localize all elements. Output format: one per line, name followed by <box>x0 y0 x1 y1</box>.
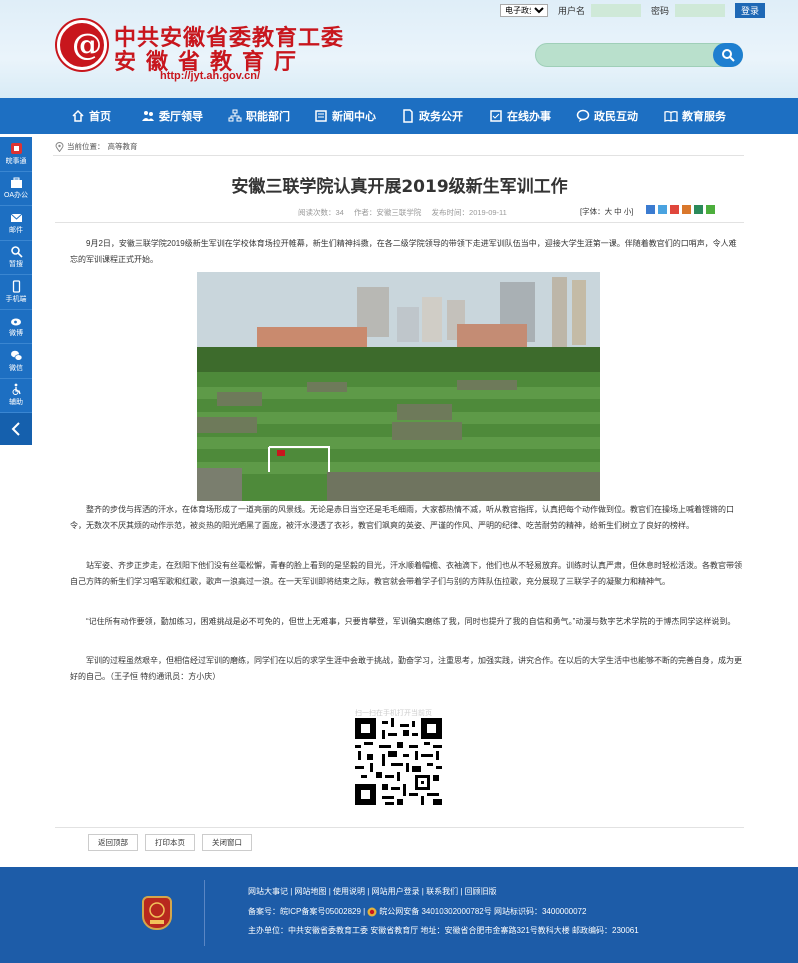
back-to-top-button[interactable]: 返回顶部 <box>88 834 138 851</box>
breadcrumb: 当前位置： 高等教育 <box>55 141 138 152</box>
share-bar <box>646 205 715 214</box>
divider <box>55 827 744 828</box>
system-select[interactable]: 电子政务 <box>500 4 548 17</box>
side-weibo[interactable]: 微博 <box>0 310 32 344</box>
icp-record[interactable]: 备案号：皖ICP备案号05002829 | <box>248 906 365 917</box>
share-qzone-icon[interactable] <box>646 205 655 214</box>
document-icon <box>403 109 413 123</box>
side-wechat[interactable]: 微信 <box>0 344 32 379</box>
password-input[interactable] <box>675 4 726 17</box>
nav-home[interactable]: 首页 <box>53 98 129 134</box>
share-wechat-icon[interactable] <box>706 205 715 214</box>
app-icon <box>10 142 22 154</box>
share-tencent-icon[interactable] <box>658 205 667 214</box>
book-icon <box>664 110 678 122</box>
police-badge-icon <box>367 907 377 916</box>
side-oa[interactable]: OA办公 <box>0 172 32 206</box>
phone-icon <box>12 280 20 293</box>
article-author: 作者：安徽三联学院 <box>353 208 422 217</box>
nav-gov-affairs[interactable]: 政务公开 <box>387 98 477 134</box>
chevron-left-icon <box>11 422 20 436</box>
breadcrumb-current[interactable]: 高等教育 <box>108 141 138 152</box>
article-photo <box>197 272 600 501</box>
site-url[interactable]: http://jyt.ah.gov.cn/ <box>160 70 260 82</box>
footer-links[interactable]: 网站大事记 | 网站地图 | 使用说明 | 网站用户登录 | 联系我们 | 回顾… <box>248 886 497 897</box>
search-input[interactable] <box>535 43 743 67</box>
police-record[interactable]: 皖公网安备 34010302000782号 网站标识码：3400000072 <box>379 906 586 917</box>
briefcase-icon <box>10 177 22 189</box>
view-count: 阅读次数：34 <box>298 208 344 217</box>
article-paragraph: 整齐的步伐与挥洒的汗水，在体育场形成了一道亮丽的风景线。无论是赤日当空还是毛毛细… <box>70 505 734 530</box>
username-input[interactable] <box>591 4 642 17</box>
page-tools: 返回顶部 打印本页 关闭窗口 <box>88 834 252 851</box>
nav-interaction[interactable]: 政民互动 <box>563 98 651 134</box>
form-icon <box>490 110 502 122</box>
side-wanshitong[interactable]: 皖事通 <box>0 137 32 172</box>
share-weibo-icon[interactable] <box>670 205 679 214</box>
search-icon <box>722 49 735 62</box>
publish-date: 发布时间：2019-09-11 <box>431 208 507 217</box>
site-logo[interactable]: @ <box>57 20 107 70</box>
mail-icon <box>10 213 22 222</box>
divider <box>53 155 744 156</box>
login-button[interactable]: 登录 <box>735 3 766 18</box>
chat-icon <box>576 109 590 122</box>
share-renren-icon[interactable] <box>682 205 691 214</box>
nav-news[interactable]: 新闻中心 <box>303 98 387 134</box>
divider <box>55 222 744 223</box>
search-icon <box>10 246 23 258</box>
qr-caption: 扫一扫在手机打开当前页 <box>355 710 432 717</box>
side-accessibility[interactable]: 辅助 <box>0 379 32 413</box>
share-douban-icon[interactable] <box>694 205 703 214</box>
font-size-switch[interactable]: [字体：大 中 小] <box>580 206 633 217</box>
username-label: 用户名 <box>558 6 586 16</box>
article-paragraph: 军训的过程虽然艰辛，但相信经过军训的磨练，同学们在以后的求学生涯中会敢于挑战，勤… <box>70 656 742 681</box>
accessibility-icon <box>12 383 21 396</box>
nav-departments[interactable]: 职能部门 <box>215 98 303 134</box>
people-icon <box>142 111 154 121</box>
news-icon <box>315 110 327 122</box>
party-gov-badge[interactable] <box>142 896 172 930</box>
nav-leaders[interactable]: 委厅领导 <box>129 98 215 134</box>
side-collapse-button[interactable] <box>0 413 32 445</box>
weibo-icon <box>10 318 21 326</box>
footer-host: 主办单位：中共安徽省委教育工委 安徽省教育厅 地址：安徽省合肥市金寨路321号教… <box>248 926 639 935</box>
article-paragraph: “记住所有动作要领，勤加练习，困难挑战是必不可免的，但世上无难事，只要肯攀登，军… <box>86 617 736 626</box>
side-mail[interactable]: 邮件 <box>0 206 32 241</box>
main-nav: 首页 委厅领导 职能部门 新闻中心 政务公开 在线办事 政民互动 教育服务 <box>0 98 798 134</box>
footer-icp: 备案号：皖ICP备案号05002829 | 皖公网安备 340103020007… <box>248 906 586 917</box>
article-meta: 阅读次数：34 作者：安徽三联学院 发布时间：2019-09-11 <box>298 207 515 218</box>
org-chart-icon <box>228 109 242 122</box>
login-bar: 电子政务 用户名 密码 登录 <box>500 3 766 18</box>
search-button[interactable] <box>713 43 743 67</box>
nav-online-service[interactable]: 在线办事 <box>477 98 563 134</box>
breadcrumb-label: 当前位置： <box>67 142 105 151</box>
location-pin-icon <box>55 141 64 152</box>
article-paragraph: 9月2日，安徽三联学院2019级新生军训在学校体育场拉开帷幕，新生们精神抖擞，在… <box>70 239 737 264</box>
article-paragraph: 站军姿、齐步正步走，在烈阳下他们没有丝毫松懈，青春的脸上看到的是坚毅的目光，汗水… <box>70 561 742 586</box>
home-icon <box>72 109 84 122</box>
password-label: 密码 <box>651 6 670 16</box>
side-mobile[interactable]: 手机端 <box>0 275 32 310</box>
close-window-button[interactable]: 关闭窗口 <box>202 834 252 851</box>
wechat-icon <box>10 350 22 361</box>
side-toolbar: 皖事通 OA办公 邮件 暂搜 手机端 微博 微信 辅助 <box>0 137 32 445</box>
print-button[interactable]: 打印本页 <box>145 834 195 851</box>
qr-code <box>355 718 442 805</box>
side-search[interactable]: 暂搜 <box>0 241 32 275</box>
article-title: 安徽三联学院认真开展2019级新生军训工作 <box>231 177 568 197</box>
nav-edu-service[interactable]: 教育服务 <box>651 98 739 134</box>
site-header: @ 中共安徽省委教育工委 安徽省教育厅 http://jyt.ah.gov.cn… <box>0 0 798 98</box>
footer-divider <box>204 880 205 946</box>
